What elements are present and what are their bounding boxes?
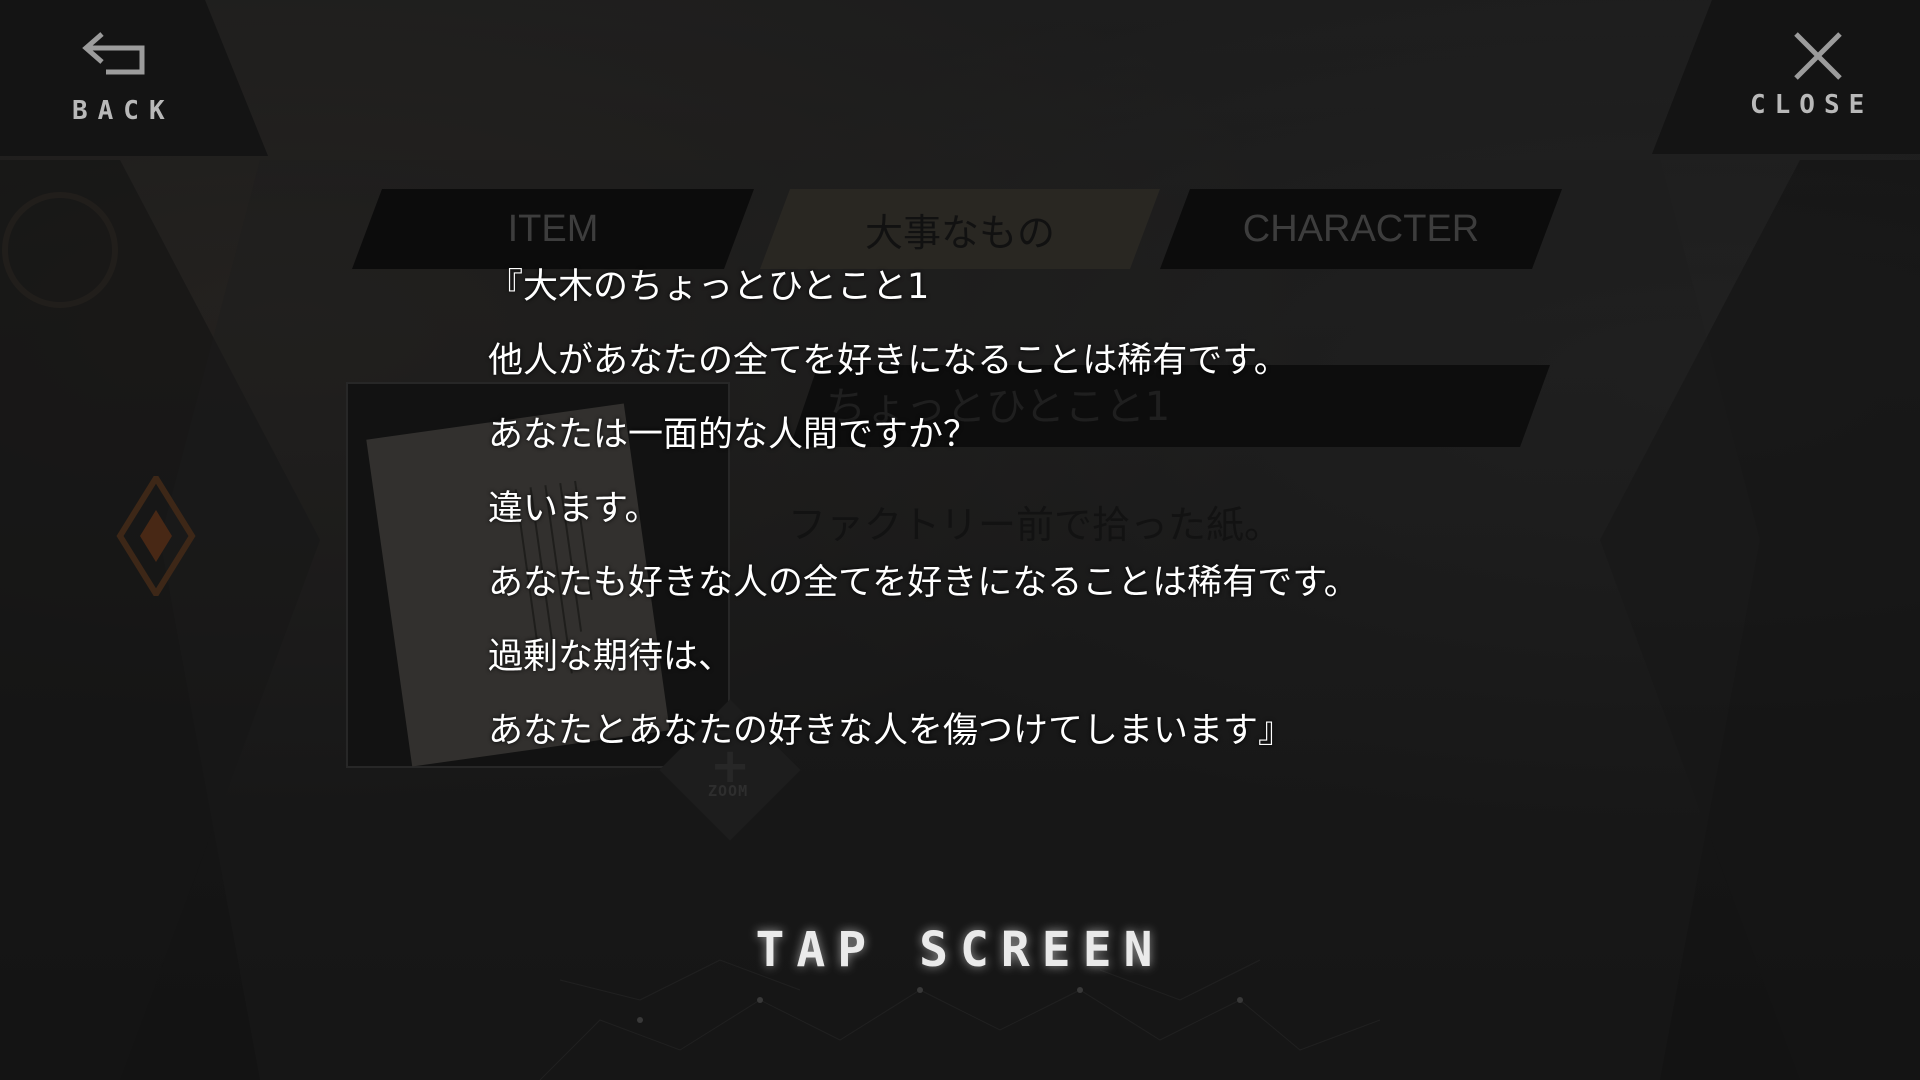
note-line: 過剰な期待は、 xyxy=(488,637,734,677)
note-line: あなたは一面的な人間ですか？ xyxy=(488,415,979,455)
back-button[interactable]: BACK xyxy=(60,28,170,128)
close-icon xyxy=(1794,32,1842,80)
back-label: BACK xyxy=(72,96,175,126)
note-text: 『大木のちょっとひとこと1 他人があなたの全てを好きになることは稀有です。 あな… xyxy=(488,258,1359,776)
note-line: あなたも好きな人の全てを好きになることは稀有です。 xyxy=(488,563,1359,603)
tap-screen-prompt[interactable]: TAP SCREEN xyxy=(0,922,1920,978)
close-label: CLOSE xyxy=(1750,90,1874,120)
note-line: あなたとあなたの好きな人を傷つけてしまいます』 xyxy=(488,711,1294,751)
note-line: 違います。 xyxy=(488,489,660,529)
back-arrow-icon xyxy=(82,32,145,75)
note-line: 他人があなたの全てを好きになることは稀有です。 xyxy=(488,341,1289,381)
note-line: 『大木のちょっとひとこと1 xyxy=(488,267,930,307)
close-button[interactable]: CLOSE xyxy=(1750,28,1880,128)
